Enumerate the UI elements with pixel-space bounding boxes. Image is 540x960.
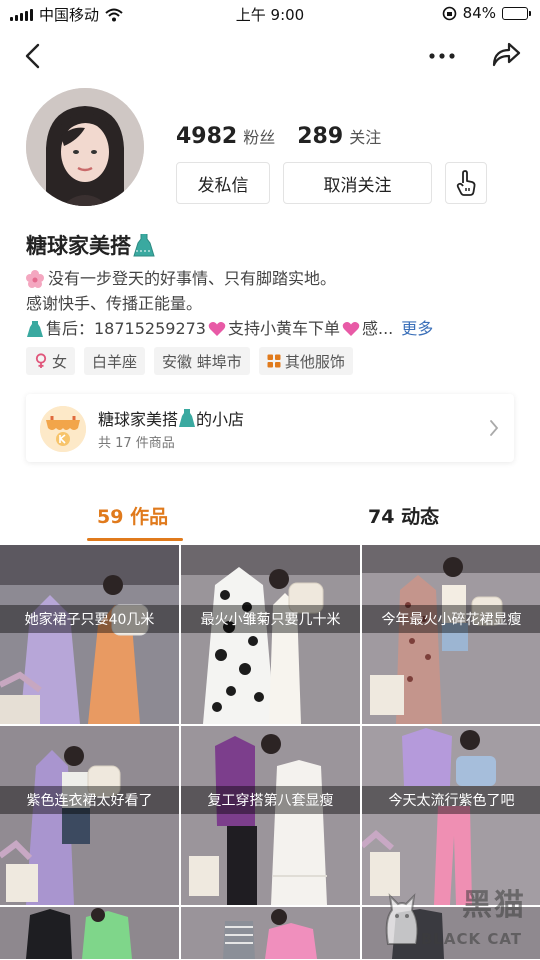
dress-emoji-icon — [133, 234, 155, 257]
shop-card[interactable]: 糖球家美搭 的小店 共 17 件商品 — [26, 394, 514, 462]
works-label: 作品 — [130, 506, 169, 528]
video-thumbnail[interactable] — [0, 907, 179, 959]
thumbnail-image — [0, 907, 179, 959]
thumbnail-image — [181, 907, 360, 959]
thumbnail-caption: 复工穿搭第八套显瘦 — [181, 786, 360, 814]
thumbnail-image — [181, 726, 360, 905]
avatar[interactable] — [26, 88, 144, 206]
category-icon — [267, 354, 281, 368]
shop-name: 糖球家美搭 — [98, 410, 179, 429]
battery-percent: 84% — [462, 4, 496, 22]
tag-gender: 女 — [26, 347, 76, 375]
tag-label: 白羊座 — [92, 352, 138, 371]
nickname: 糖球家美搭 — [26, 230, 155, 260]
bio-truncated: 感... — [362, 319, 394, 338]
more-actions-button[interactable] — [445, 162, 487, 204]
female-icon — [35, 353, 47, 368]
followers-count: 4982 — [176, 124, 238, 149]
back-arrow-icon[interactable] — [20, 42, 48, 70]
followers-stat[interactable]: 4982 粉丝 — [176, 124, 275, 149]
thumbnail-image — [362, 726, 540, 905]
dress-emoji-icon — [27, 320, 43, 337]
thumbnail-image — [0, 726, 179, 905]
following-label: 关注 — [349, 128, 382, 147]
works-count: 59 — [97, 506, 124, 528]
bio: 没有一步登天的好事情、只有脚踏实地。 感谢快手、传播正能量。 售后：187152… — [26, 266, 506, 341]
thumbnail-caption: 今年最火小碎花裙显瘦 — [362, 605, 540, 633]
sparkling-heart-icon — [342, 321, 360, 336]
bio-more-link[interactable]: 更多 — [401, 316, 433, 341]
chevron-right-icon — [490, 420, 499, 436]
black-cat-logo-icon — [385, 893, 419, 945]
bio-line-2: 感谢快手、传播正能量。 — [26, 291, 506, 316]
watermark-en: BLACK CAT — [420, 930, 522, 948]
profile-tags: 女 白羊座 安徽 蚌埠市 其他服饰 — [26, 347, 353, 375]
video-thumbnail[interactable]: 紫色连衣裙太好看了 — [0, 726, 179, 905]
video-thumbnail[interactable]: 她家裙子只要40几米 — [0, 545, 179, 724]
tab-moments[interactable]: 74 动态 — [368, 502, 439, 529]
tag-label: 其他服饰 — [284, 352, 345, 371]
unfollow-button[interactable]: 取消关注 — [283, 162, 432, 204]
shop-logo-icon — [40, 406, 86, 452]
bio-aftersales: 售后：18715259273 — [46, 319, 206, 338]
share-icon[interactable] — [490, 40, 522, 70]
nickname-text: 糖球家美搭 — [26, 234, 131, 258]
shop-title: 糖球家美搭 的小店 — [98, 406, 244, 430]
thumbnail-caption: 最火小雏菊只要几十米 — [181, 605, 360, 633]
dress-emoji-icon — [179, 409, 196, 427]
video-thumbnail[interactable]: 今天太流行紫色了吧 — [362, 726, 540, 905]
watermark-zh: 黑猫 — [462, 888, 526, 923]
thumbnail-image — [181, 545, 360, 724]
following-stat[interactable]: 289 关注 — [297, 124, 381, 149]
cherry-blossom-icon — [26, 269, 44, 288]
bio-line-3: 售后：18715259273 支持小黄车下单 感... 更多 — [26, 316, 506, 341]
orientation-lock-icon — [442, 6, 456, 20]
following-count: 289 — [297, 124, 344, 149]
battery-icon — [502, 6, 531, 20]
thumbnail-image — [0, 545, 179, 724]
tag-label: 安徽 蚌埠市 — [162, 352, 242, 371]
content-tabs: 59 作品 74 动态 — [0, 490, 540, 542]
bio-text-2: 感谢快手、传播正能量。 — [26, 294, 203, 313]
shop-suffix: 的小店 — [196, 410, 245, 429]
nav-bar — [0, 28, 540, 84]
shop-item-count: 共 17 件商品 — [98, 436, 175, 451]
thumbnail-caption: 今天太流行紫色了吧 — [362, 786, 540, 814]
bio-line-1: 没有一步登天的好事情、只有脚踏实地。 — [26, 266, 506, 291]
status-right: 84% — [442, 4, 531, 22]
profile-stats: 4982 粉丝 289 关注 — [176, 124, 381, 149]
thumbnail-caption: 紫色连衣裙太好看了 — [0, 786, 179, 814]
bio-text-1: 没有一步登天的好事情、只有脚踏实地。 — [48, 269, 337, 288]
video-thumbnail[interactable] — [181, 907, 360, 959]
followers-label: 粉丝 — [243, 128, 276, 147]
sparkling-heart-icon — [208, 321, 226, 336]
more-dots-icon[interactable] — [426, 42, 458, 70]
tab-active-indicator — [87, 538, 183, 541]
tab-works[interactable]: 59 作品 — [97, 502, 168, 529]
video-thumbnail[interactable]: 复工穿搭第八套显瘦 — [181, 726, 360, 905]
watermark: 黑猫 BLACK CAT — [384, 888, 534, 954]
send-message-button[interactable]: 发私信 — [176, 162, 270, 204]
tag-location: 安徽 蚌埠市 — [154, 347, 250, 375]
video-thumbnail[interactable]: 今年最火小碎花裙显瘦 — [362, 545, 540, 724]
bio-yellow-cart: 支持小黄车下单 — [227, 319, 340, 338]
status-bar: 中国移动 上午 9:00 84% — [0, 0, 540, 28]
moments-count: 74 — [368, 506, 395, 528]
tag-label: 女 — [52, 352, 68, 371]
video-thumbnail[interactable]: 最火小雏菊只要几十米 — [181, 545, 360, 724]
tag-category: 其他服饰 — [258, 347, 353, 375]
thumbnail-caption: 她家裙子只要40几米 — [0, 605, 179, 633]
moments-label: 动态 — [401, 506, 440, 528]
thumbnail-image — [362, 545, 540, 724]
tag-zodiac: 白羊座 — [84, 347, 146, 375]
hand-pointer-icon — [456, 170, 476, 196]
